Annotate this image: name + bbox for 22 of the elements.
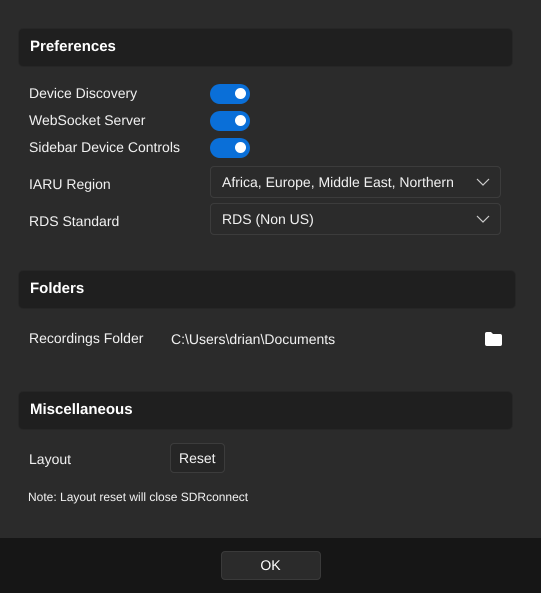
section-header: Folders <box>18 270 516 309</box>
setting-label: IARU Region <box>29 176 111 192</box>
section-header: Preferences <box>18 28 513 67</box>
setting-label: Layout <box>29 451 72 467</box>
section-header: Miscellaneous <box>18 391 513 430</box>
setting-label: WebSocket Server <box>29 112 146 128</box>
dropdown[interactable]: RDS (Non US) <box>210 203 501 235</box>
reset-button[interactable]: Reset <box>170 443 225 473</box>
toggle-switch[interactable] <box>210 138 250 158</box>
setting-label: Sidebar Device Controls <box>29 138 180 154</box>
setting-label: Device Discovery <box>29 84 138 100</box>
dropdown[interactable]: Africa, Europe, Middle East, Northern <box>210 166 501 198</box>
chevron-down-icon <box>476 215 490 223</box>
note-text: Note: Layout reset will close SDRconnect <box>28 490 248 504</box>
toggle-switch[interactable] <box>210 84 250 104</box>
setting-label: RDS Standard <box>29 213 120 229</box>
folder-path: C:\Users\drian\Documents <box>171 330 336 348</box>
setting-label: Recordings Folder <box>29 330 144 346</box>
folder-icon[interactable] <box>484 331 503 347</box>
chevron-down-icon <box>476 178 490 186</box>
ok-button[interactable]: OK <box>220 551 320 580</box>
toggle-switch[interactable] <box>210 110 250 130</box>
